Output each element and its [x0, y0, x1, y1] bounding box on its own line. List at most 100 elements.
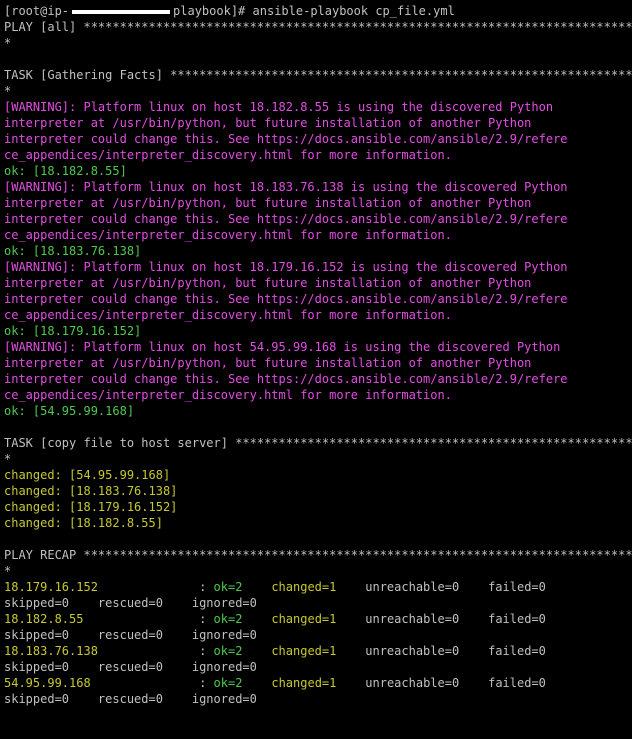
- output-text: TASK [Gathering Facts] *****************…: [4, 68, 632, 82]
- output-line: TASK [copy file to host server] ********…: [4, 435, 632, 451]
- output-line: changed: [18.179.16.152]: [4, 499, 632, 515]
- output-line: interpreter at /usr/bin/python, but futu…: [4, 275, 632, 291]
- output-line: [WARNING]: Platform linux on host 18.183…: [4, 179, 632, 195]
- output-line: ce_appendices/interpreter_discovery.html…: [4, 307, 632, 323]
- output-text: 18.182.8.55: [4, 612, 84, 626]
- output-text: ok: [54.95.99.168]: [4, 404, 135, 418]
- output-text: ok: [18.179.16.152]: [4, 324, 142, 338]
- output-text: changed=1: [271, 612, 337, 626]
- output-line: changed: [18.183.76.138]: [4, 483, 632, 499]
- output-text: interpreter could change this. See https…: [4, 212, 568, 226]
- output-text: *: [4, 564, 12, 578]
- output-line: PLAY [all] *****************************…: [4, 19, 632, 35]
- output-text: unreachable=0 failed=0: [336, 676, 546, 690]
- command-prompt-line: [root@ip-playbook]# ansible-playbook cp_…: [4, 3, 632, 19]
- output-text: [WARNING]: Platform linux on host 18.183…: [4, 180, 568, 194]
- output-line: [WARNING]: Platform linux on host 18.179…: [4, 259, 632, 275]
- output-line: PLAY RECAP *****************************…: [4, 547, 632, 563]
- terminal-output: PLAY [all] *****************************…: [4, 19, 632, 707]
- output-text: unreachable=0 failed=0: [336, 612, 546, 626]
- output-line: [WARNING]: Platform linux on host 54.95.…: [4, 339, 632, 355]
- output-line: interpreter could change this. See https…: [4, 371, 632, 387]
- output-text: [WARNING]: Platform linux on host 18.179…: [4, 260, 568, 274]
- output-line: *: [4, 451, 632, 467]
- output-text: skipped=0 rescued=0 ignored=0: [4, 660, 257, 674]
- terminal-window[interactable]: [root@ip-playbook]# ansible-playbook cp_…: [0, 0, 632, 739]
- output-text: ok=2: [213, 580, 243, 594]
- output-line: skipped=0 rescued=0 ignored=0: [4, 595, 632, 611]
- output-line: *: [4, 35, 632, 51]
- output-text: :: [97, 644, 214, 658]
- output-text: *: [4, 452, 12, 466]
- output-line: *: [4, 83, 632, 99]
- output-text: changed: [18.182.8.55]: [4, 516, 163, 530]
- output-line: skipped=0 rescued=0 ignored=0: [4, 627, 632, 643]
- output-text: ok=2: [213, 612, 243, 626]
- output-text: changed=1: [271, 676, 337, 690]
- output-text: ok: [18.183.76.138]: [4, 244, 142, 258]
- output-line: 18.183.76.138 : ok=2 changed=1 unreachab…: [4, 643, 632, 659]
- output-text: ok=2: [213, 644, 243, 658]
- prompt-prefix: [root@ip-: [4, 4, 70, 18]
- output-text: changed=1: [271, 644, 337, 658]
- output-line: 18.179.16.152 : ok=2 changed=1 unreachab…: [4, 579, 632, 595]
- output-line: ok: [18.182.8.55]: [4, 163, 632, 179]
- output-text: changed: [18.183.76.138]: [4, 484, 178, 498]
- output-text: *: [4, 36, 12, 50]
- output-line: ce_appendices/interpreter_discovery.html…: [4, 227, 632, 243]
- output-line: TASK [Gathering Facts] *****************…: [4, 67, 632, 83]
- output-text: interpreter could change this. See https…: [4, 372, 568, 386]
- output-line: skipped=0 rescued=0 ignored=0: [4, 659, 632, 675]
- output-line: interpreter could change this. See https…: [4, 211, 632, 227]
- output-text: changed: [18.179.16.152]: [4, 500, 178, 514]
- output-line: interpreter could change this. See https…: [4, 131, 632, 147]
- output-text: [WARNING]: Platform linux on host 54.95.…: [4, 340, 561, 354]
- output-text: PLAY RECAP *****************************…: [4, 548, 632, 562]
- output-text: interpreter could change this. See https…: [4, 292, 568, 306]
- output-text: skipped=0 rescued=0 ignored=0: [4, 596, 257, 610]
- output-line: changed: [18.182.8.55]: [4, 515, 632, 531]
- output-line: changed: [54.95.99.168]: [4, 467, 632, 483]
- output-text: ce_appendices/interpreter_discovery.html…: [4, 388, 452, 402]
- output-line: interpreter at /usr/bin/python, but futu…: [4, 195, 632, 211]
- output-line: [WARNING]: Platform linux on host 18.182…: [4, 99, 632, 115]
- output-text: :: [90, 676, 214, 690]
- output-line: skipped=0 rescued=0 ignored=0: [4, 691, 632, 707]
- output-text: [WARNING]: Platform linux on host 18.182…: [4, 100, 554, 114]
- output-line: ce_appendices/interpreter_discovery.html…: [4, 387, 632, 403]
- output-text: ce_appendices/interpreter_discovery.html…: [4, 228, 452, 242]
- output-text: unreachable=0 failed=0: [336, 644, 546, 658]
- prompt-suffix: playbook]#: [173, 4, 253, 18]
- output-text: interpreter at /usr/bin/python, but futu…: [4, 356, 532, 370]
- output-text: interpreter at /usr/bin/python, but futu…: [4, 196, 532, 210]
- output-line: 18.182.8.55 : ok=2 changed=1 unreachable…: [4, 611, 632, 627]
- output-text: changed: [54.95.99.168]: [4, 468, 171, 482]
- output-text: interpreter at /usr/bin/python, but futu…: [4, 116, 532, 130]
- output-line: ok: [18.183.76.138]: [4, 243, 632, 259]
- output-text: 54.95.99.168: [4, 676, 91, 690]
- output-text: :: [97, 580, 214, 594]
- output-text: TASK [copy file to host server] ********…: [4, 436, 632, 450]
- output-text: ce_appendices/interpreter_discovery.html…: [4, 148, 452, 162]
- output-line: ce_appendices/interpreter_discovery.html…: [4, 147, 632, 163]
- output-text: interpreter could change this. See https…: [4, 132, 568, 146]
- output-text: PLAY [all] *****************************…: [4, 20, 632, 34]
- output-text: changed=1: [271, 580, 337, 594]
- output-text: skipped=0 rescued=0 ignored=0: [4, 692, 257, 706]
- output-text: 18.179.16.152: [4, 580, 98, 594]
- output-line: interpreter at /usr/bin/python, but futu…: [4, 115, 632, 131]
- output-line: interpreter at /usr/bin/python, but futu…: [4, 355, 632, 371]
- output-text: :: [83, 612, 214, 626]
- output-line: 54.95.99.168 : ok=2 changed=1 unreachabl…: [4, 675, 632, 691]
- output-line: ok: [18.179.16.152]: [4, 323, 632, 339]
- redacted-hostname: [72, 9, 171, 14]
- command-text: ansible-playbook cp_file.yml: [252, 4, 455, 18]
- output-line: *: [4, 563, 632, 579]
